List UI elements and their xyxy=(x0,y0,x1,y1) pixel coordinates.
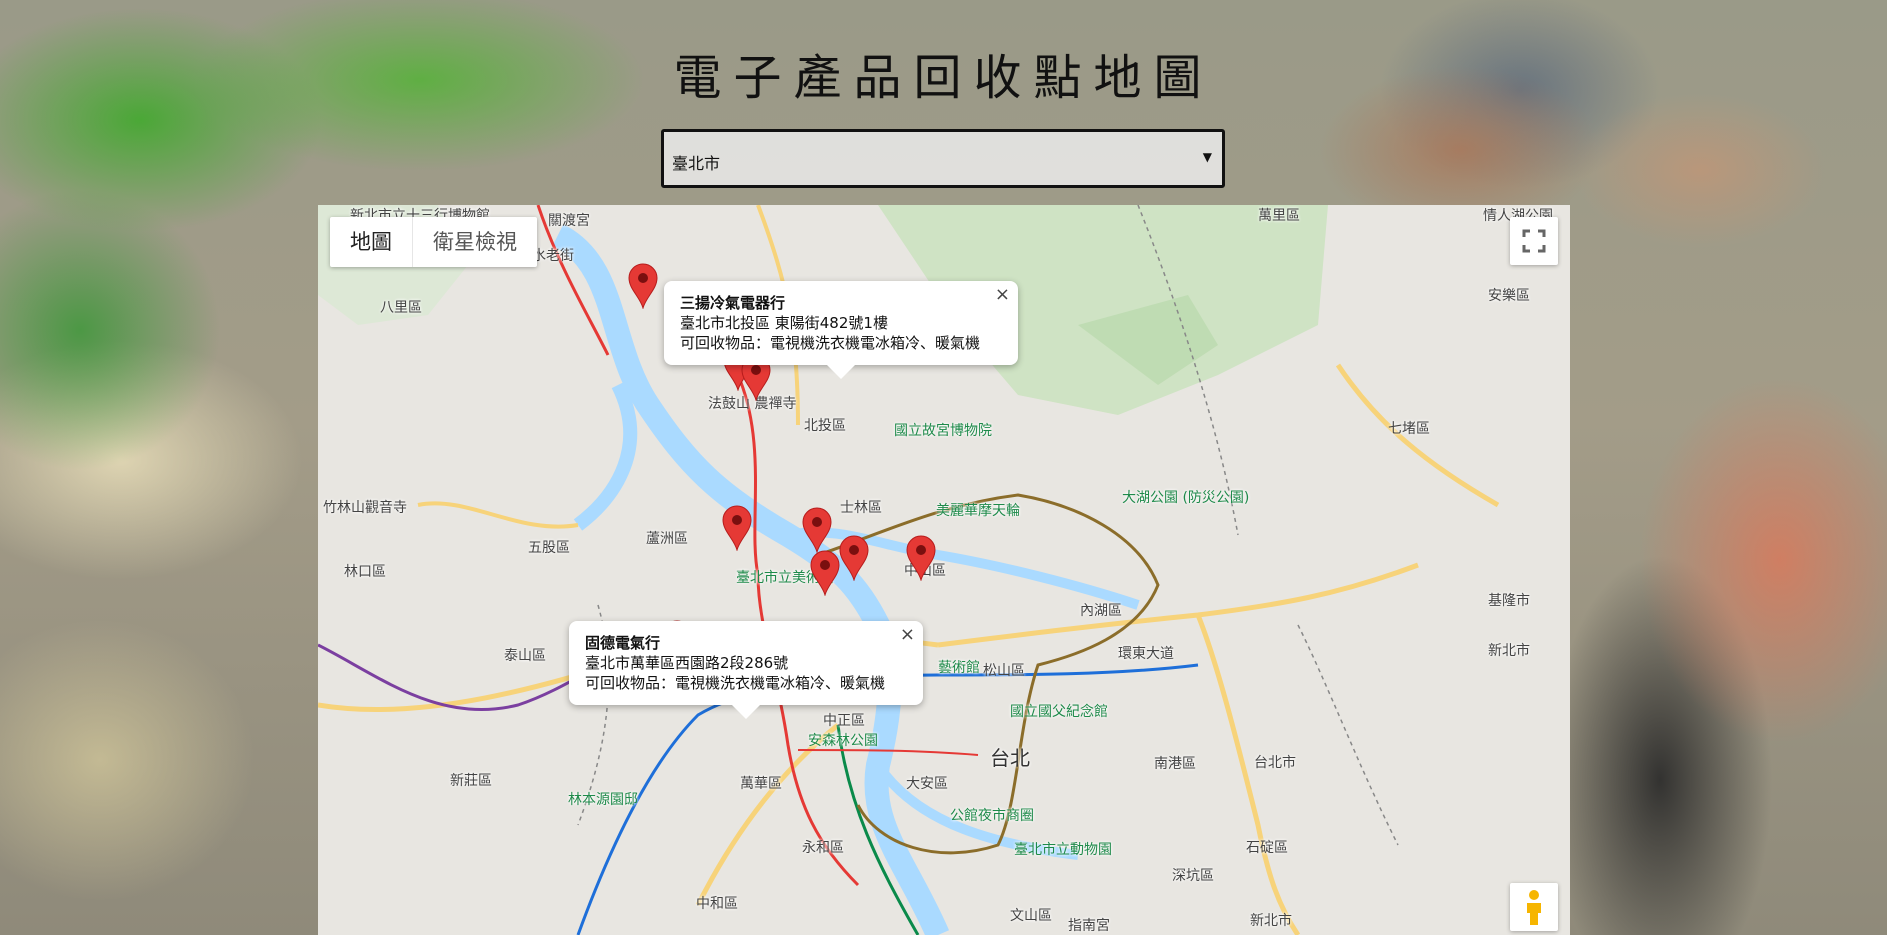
map-pin-icon[interactable] xyxy=(810,550,840,597)
map-pin-icon[interactable] xyxy=(722,505,752,552)
map-label: 松山區 xyxy=(983,663,1025,679)
map-label: 公館夜市商圈 xyxy=(950,808,1034,824)
shop-name: 三揚冷氣電器行 xyxy=(680,294,786,312)
map-label: 南港區 xyxy=(1154,756,1196,772)
map-label: 關渡宮 xyxy=(548,213,590,229)
map-label: 安樂區 xyxy=(1488,288,1530,304)
map-label: 林本源園邸 xyxy=(568,792,638,808)
map-label: 指南宮 xyxy=(1068,918,1110,934)
fullscreen-button[interactable] xyxy=(1510,217,1558,265)
street-view-button[interactable] xyxy=(1510,883,1558,931)
map-pin-icon[interactable] xyxy=(628,263,658,310)
map-label: 新莊區 xyxy=(450,773,492,789)
map-label: 五股區 xyxy=(528,540,570,556)
satellite-view-button[interactable]: 衛星檢視 xyxy=(412,217,537,267)
map-label: 新北市 xyxy=(1250,913,1292,929)
map-label: 八里區 xyxy=(380,300,422,316)
close-icon[interactable]: × xyxy=(900,625,915,645)
map-label: 台北 xyxy=(990,746,1030,770)
map-view-button[interactable]: 地圖 xyxy=(330,217,412,267)
city-select-value: 臺北市 xyxy=(672,154,721,173)
shop-items: 可回收物品：電視機洗衣機電冰箱冷、暖氣機 xyxy=(680,334,981,352)
page-title: 電子產品回收點地圖 xyxy=(673,50,1214,106)
map-label: 國立故宮博物院 xyxy=(894,423,992,439)
map-label: 林口區 xyxy=(344,564,386,580)
map-label: 文山區 xyxy=(1010,908,1052,924)
map-label: 基隆市 xyxy=(1488,593,1530,609)
map-canvas[interactable]: 新北市立十三行博物館 萬里區 情人湖公園 八里區 關渡宮 淡水老街 安樂區 法鼓… xyxy=(318,205,1570,935)
map-label: 泰山區 xyxy=(504,648,546,664)
map-pin-icon[interactable] xyxy=(802,507,832,554)
map-label: 石碇區 xyxy=(1246,840,1288,856)
city-select[interactable]: 臺北市 ▼ xyxy=(661,129,1225,188)
map-label: 藝術館 xyxy=(938,660,980,676)
shop-name: 固德電氣行 xyxy=(585,634,661,652)
map-label: 蘆洲區 xyxy=(646,531,688,547)
pegman-icon xyxy=(1527,890,1541,925)
map-label: 內湖區 xyxy=(1080,603,1122,619)
map-label: 大安區 xyxy=(906,776,948,792)
close-icon[interactable]: × xyxy=(995,285,1010,305)
map-label: 深坑區 xyxy=(1172,868,1214,884)
chevron-down-icon: ▼ xyxy=(1202,150,1212,164)
shop-address: 臺北市萬華區西園路2段286號 xyxy=(585,654,789,672)
map-label: 竹林山觀音寺 xyxy=(323,500,407,516)
map-label: 台北市 xyxy=(1254,755,1296,771)
map-label: 安森林公園 xyxy=(808,733,878,749)
map-type-control: 地圖 衛星檢視 xyxy=(330,217,537,267)
shop-items: 可回收物品：電視機洗衣機電冰箱冷、暖氣機 xyxy=(585,674,886,692)
map-label: 國立國父紀念館 xyxy=(1010,704,1108,720)
fullscreen-icon xyxy=(1522,229,1546,253)
info-window: × 三揚冷氣電器行 臺北市北投區 東陽街482號1樓 可回收物品：電視機洗衣機電… xyxy=(664,281,1019,379)
map-label: 臺北市立動物園 xyxy=(1014,842,1112,858)
map-label: 士林區 xyxy=(840,500,882,516)
map-pin-icon[interactable] xyxy=(906,535,936,582)
map-label: 中正區 xyxy=(823,713,865,729)
map-label: 大湖公園 (防災公園) xyxy=(1122,490,1250,506)
map-label: 萬里區 xyxy=(1258,208,1300,224)
map-label: 新北市 xyxy=(1488,643,1530,659)
map-label: 美麗華摩天輪 xyxy=(936,503,1020,519)
map-label: 北投區 xyxy=(804,418,846,434)
info-window: × 固德電氣行 臺北市萬華區西園路2段286號 可回收物品：電視機洗衣機電冰箱冷… xyxy=(569,621,924,719)
map-pin-icon[interactable] xyxy=(839,535,869,582)
map-label: 永和區 xyxy=(802,840,844,856)
map-label: 七堵區 xyxy=(1388,421,1430,437)
map-label: 中和區 xyxy=(696,896,738,912)
map-label: 萬華區 xyxy=(740,776,782,792)
shop-address: 臺北市北投區 東陽街482號1樓 xyxy=(680,314,888,332)
map-label: 環東大道 xyxy=(1118,646,1174,662)
